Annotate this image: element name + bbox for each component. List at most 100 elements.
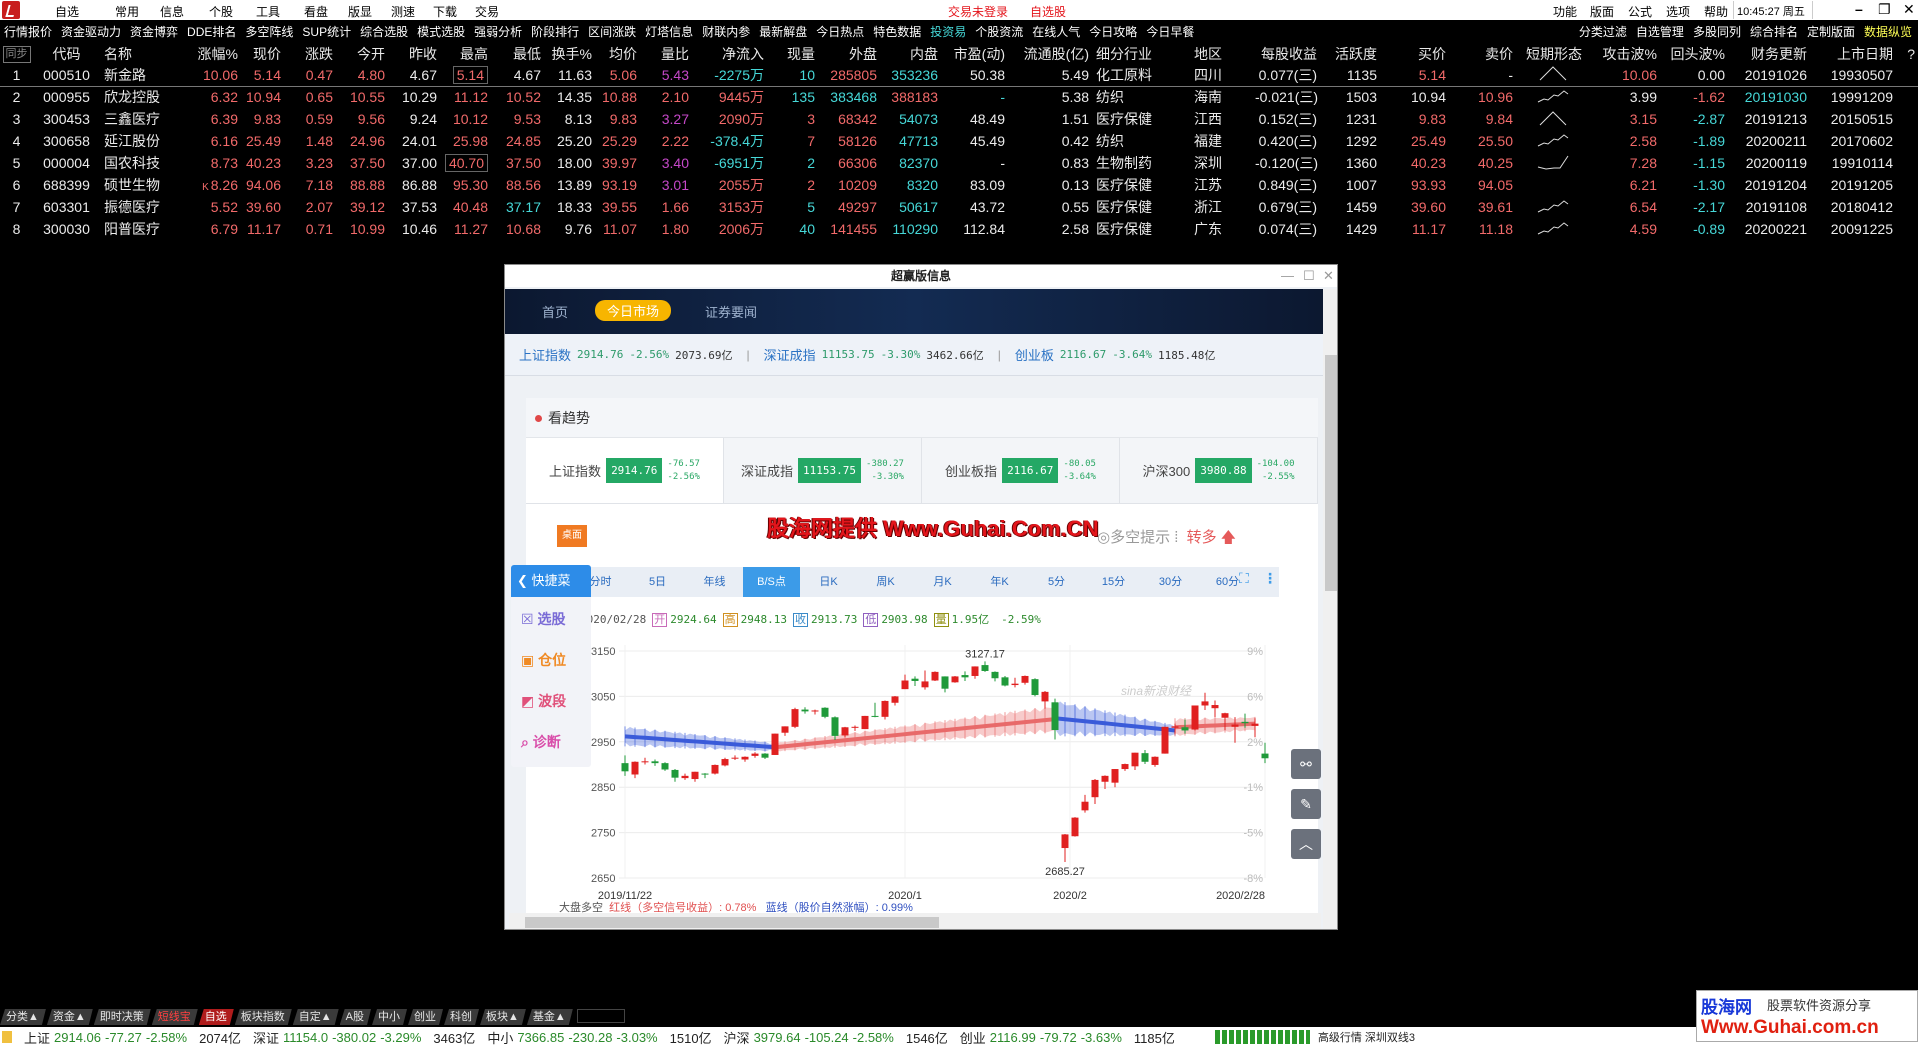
close-icon[interactable]: ✕	[1903, 1, 1915, 18]
status-index-name[interactable]: 上证	[24, 1028, 50, 1047]
column-header[interactable]: 外盘	[818, 43, 880, 64]
toolbar-right-item[interactable]: 定制版面	[1807, 23, 1855, 40]
toolbar-item[interactable]: 资金博弈	[130, 23, 178, 40]
column-header[interactable]: 市盈(动)	[941, 43, 1008, 64]
trade-login-status[interactable]: 交易未登录	[948, 3, 1008, 20]
column-header[interactable]: 卖价	[1449, 43, 1516, 64]
toolbar-item[interactable]: 今日早餐	[1146, 23, 1194, 40]
column-header[interactable]: 短期形态	[1516, 43, 1595, 64]
bottom-tab[interactable]: 板块指数	[235, 1009, 292, 1025]
toolbar-item[interactable]: 阶段排行	[531, 23, 579, 40]
popup-minimize-icon[interactable]: —	[1281, 268, 1294, 283]
toolbar-item[interactable]: 资金驱动力	[61, 23, 121, 40]
popup-maximize-icon[interactable]: ☐	[1303, 268, 1315, 284]
toolbar-item[interactable]: 综合选股	[360, 23, 408, 40]
minimize-icon[interactable]: –	[1855, 1, 1863, 17]
table-row[interactable]: 5 000004 国农科技 8.73 40.23 3.23 37.50 37.00 40.70 3…	[0, 152, 1918, 174]
horizontal-scroll-thumb[interactable]	[525, 917, 939, 928]
column-header[interactable]: 名称	[100, 43, 190, 64]
status-index-name[interactable]: 创业	[960, 1028, 986, 1047]
column-header[interactable]: 流通股(亿)	[1008, 43, 1092, 64]
restore-icon[interactable]: ❐	[1878, 1, 1891, 18]
right-menu-item[interactable]: 功能	[1553, 3, 1577, 20]
toolbar-right-item[interactable]: 综合排名	[1750, 23, 1798, 40]
column-header[interactable]: 地区	[1190, 43, 1255, 64]
right-menu-item[interactable]: 帮助	[1704, 3, 1728, 20]
table-row[interactable]: 4 300658 延江股份 6.16 25.49 1.48 24.96 24.01 25.98 2…	[0, 130, 1918, 152]
toolbar-item[interactable]: 灯塔信息	[645, 23, 693, 40]
status-index-name[interactable]: 深证	[253, 1028, 279, 1047]
column-header[interactable]: 细分行业	[1092, 43, 1190, 64]
toolbar-item[interactable]: 财联内参	[702, 23, 750, 40]
chart-tab[interactable]: 周K	[857, 567, 914, 597]
bull-bear-hint[interactable]: ◎多空提示 ⁞ 转多 🡅	[1097, 526, 1236, 552]
column-header[interactable]: 最低	[491, 43, 544, 64]
right-menu-item[interactable]: 选项	[1666, 3, 1690, 20]
status-index-name[interactable]: 中小	[487, 1028, 513, 1047]
toolbar-item[interactable]: 行情报价	[4, 23, 52, 40]
chart-tab[interactable]: 年K	[971, 567, 1028, 597]
column-header[interactable]: 活跃度	[1320, 43, 1380, 64]
column-header[interactable]: 涨跌	[284, 43, 336, 64]
menu-item[interactable]: 信息	[160, 3, 184, 20]
menu-item[interactable]: 下载	[433, 3, 457, 20]
index-name[interactable]: 深证成指	[764, 345, 816, 364]
bottom-tab[interactable]: 基金▲	[527, 1009, 573, 1025]
table-row[interactable]: 6 688399 硕世生物 K 8.26 94.06 7.18 88.88 86.88 95.30…	[0, 174, 1918, 196]
toolbar-right-item[interactable]: 数据纵览	[1864, 23, 1912, 40]
menu-item[interactable]: 个股	[209, 3, 233, 20]
more-icon[interactable]: ⋮	[1263, 570, 1277, 587]
quick-menu-toggle[interactable]: ❮ 快捷菜	[511, 565, 591, 597]
toolbar-item[interactable]: 多空阵线	[245, 23, 293, 40]
tab-scroll[interactable]	[576, 1009, 625, 1023]
index-card[interactable]: 沪深300 3980.88 -104.00 -2.55%	[1120, 438, 1318, 504]
column-header[interactable]: 代码	[36, 43, 100, 64]
share-icon[interactable]: ⚯	[1291, 749, 1321, 779]
fullscreen-icon[interactable]: ⛶	[1239, 570, 1249, 587]
watchlist-link[interactable]: 自选股	[1030, 3, 1066, 20]
chart-tab[interactable]: 日K	[800, 567, 857, 597]
column-header[interactable]: 今开	[336, 43, 388, 64]
chart-tab[interactable]: 15分	[1085, 567, 1142, 597]
toolbar-item[interactable]: SUP统计	[302, 23, 351, 40]
popup-close-icon[interactable]: ✕	[1323, 268, 1334, 284]
sync-button[interactable]: 同步	[2, 46, 31, 63]
column-header[interactable]: 最高	[440, 43, 491, 64]
chart-tab[interactable]: B/S点	[743, 567, 800, 597]
bottom-tab[interactable]: A股	[340, 1009, 371, 1025]
desktop-icon[interactable]: 桌面	[557, 525, 587, 547]
nav-securities-news[interactable]: 证券要闻	[705, 302, 757, 321]
index-name[interactable]: 创业板	[1015, 345, 1054, 364]
column-header[interactable]: 量比	[640, 43, 692, 64]
bottom-tab[interactable]: 资金▲	[47, 1009, 93, 1025]
toolbar-item[interactable]: 投资易	[930, 23, 966, 40]
toolbar-item[interactable]: DDE排名	[187, 23, 236, 40]
column-header[interactable]: 上市日期	[1810, 43, 1896, 64]
column-header[interactable]: 买价	[1380, 43, 1449, 64]
menu-item[interactable]: 测速	[391, 3, 415, 20]
toolbar-right-item[interactable]: 分类过滤	[1579, 23, 1627, 40]
chart-tab[interactable]: 5分	[1028, 567, 1085, 597]
toolbar-item[interactable]: 模式选股	[417, 23, 465, 40]
popup-scroll-thumb[interactable]	[1325, 355, 1337, 591]
column-header[interactable]: 现量	[767, 43, 818, 64]
column-header[interactable]: 攻击波%	[1595, 43, 1660, 64]
right-menu-item[interactable]: 公式	[1628, 3, 1652, 20]
chart-tab[interactable]: 月K	[914, 567, 971, 597]
menu-item[interactable]: 版显	[348, 3, 372, 20]
index-card[interactable]: 上证指数 2914.76 -76.57 -2.56%	[526, 438, 724, 504]
column-header[interactable]: 现价	[241, 43, 284, 64]
chart-tab[interactable]: 5日	[629, 567, 686, 597]
bottom-tab[interactable]: 即时决策	[94, 1009, 151, 1025]
menu-item[interactable]: 常用	[115, 3, 139, 20]
status-index-name[interactable]: 沪深	[724, 1028, 750, 1047]
table-row[interactable]: 8 300030 阳普医疗 6.79 11.17 0.71 10.99 10.46 11.27 1…	[0, 218, 1918, 240]
quick-menu-item[interactable]: ⌕ 诊断	[521, 732, 561, 752]
table-row[interactable]: 1 000510 新金路 10.06 5.14 0.47 4.80 4.67 5.14 4.67 1…	[0, 64, 1918, 87]
bottom-tab[interactable]: 中小	[372, 1009, 407, 1025]
column-header[interactable]: 换手%	[544, 43, 595, 64]
quick-menu-item[interactable]: ▣ 仓位	[521, 650, 566, 670]
column-header[interactable]: 昨收	[388, 43, 440, 64]
column-header[interactable]: 同步	[0, 43, 36, 64]
bottom-tab[interactable]: 自选	[199, 1009, 234, 1025]
